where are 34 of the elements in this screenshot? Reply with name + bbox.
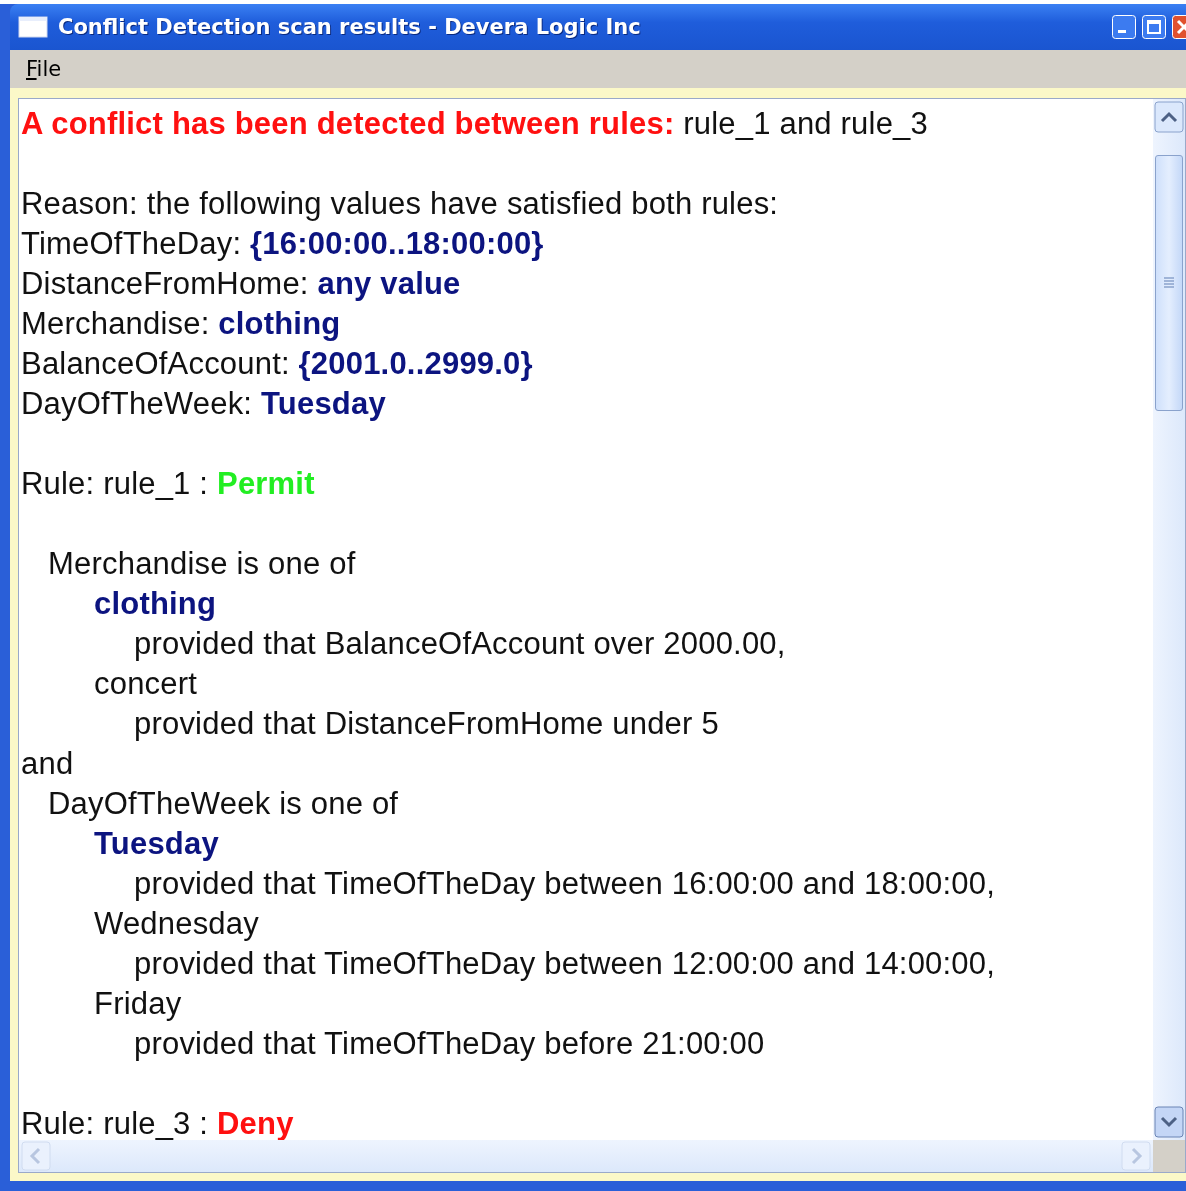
text-line: Rule: rule_1 : Permit (21, 466, 315, 501)
scroll-down-icon[interactable] (1154, 1106, 1184, 1138)
text-line: A conflict has been detected between rules: rule_1 and rule_3 (21, 106, 928, 141)
text-line: provided that BalanceOfAccount over 2000.00, (134, 626, 786, 661)
scroll-up-icon[interactable] (1154, 101, 1184, 133)
minimize-icon[interactable] (1112, 15, 1136, 39)
scrollbar-corner (1153, 1140, 1185, 1172)
window-title: Conflict Detection scan results - Devera Logic Inc (58, 15, 642, 39)
text-line: Merchandise is one of (48, 546, 356, 581)
text-line: Merchandise: clothing (21, 306, 341, 341)
text-line: and (21, 746, 74, 781)
text-line: Rule: rule_3 : Deny (21, 1106, 294, 1140)
text-line: provided that TimeOfTheDay between 16:00:00 and 18:00:00, (134, 866, 996, 901)
maximize-icon[interactable] (1142, 15, 1166, 39)
window-icon (18, 16, 48, 38)
text-line: provided that TimeOfTheDay between 12:00:00 and 14:00:00, (134, 946, 996, 981)
text-line: BalanceOfAccount: {2001.0..2999.0} (21, 346, 533, 381)
text-line: DayOfTheWeek: Tuesday (21, 386, 386, 421)
text-line: provided that DistanceFromHome under 5 (134, 706, 719, 741)
text-line: Wednesday (94, 906, 259, 941)
close-icon[interactable] (1172, 15, 1186, 39)
grip-icon (1163, 276, 1175, 290)
text-line: provided that TimeOfTheDay before 21:00:00 (134, 1026, 765, 1061)
text-line: clothing (94, 586, 217, 621)
text-line: concert (94, 666, 198, 701)
scrollbar-thumb[interactable] (1155, 155, 1183, 411)
menu-item[interactable]: File (26, 57, 62, 81)
text-line: Reason: the following values have satisfied both rules: (21, 186, 779, 221)
vertical-scrollbar[interactable] (1153, 99, 1185, 1140)
text-line: DayOfTheWeek is one of (48, 786, 399, 821)
text-line: Tuesday (94, 826, 219, 861)
text-line: TimeOfTheDay: {16:00:00..18:00:00} (21, 226, 544, 261)
text-line: Friday (94, 986, 182, 1021)
text-line: DistanceFromHome: any value (21, 266, 461, 301)
